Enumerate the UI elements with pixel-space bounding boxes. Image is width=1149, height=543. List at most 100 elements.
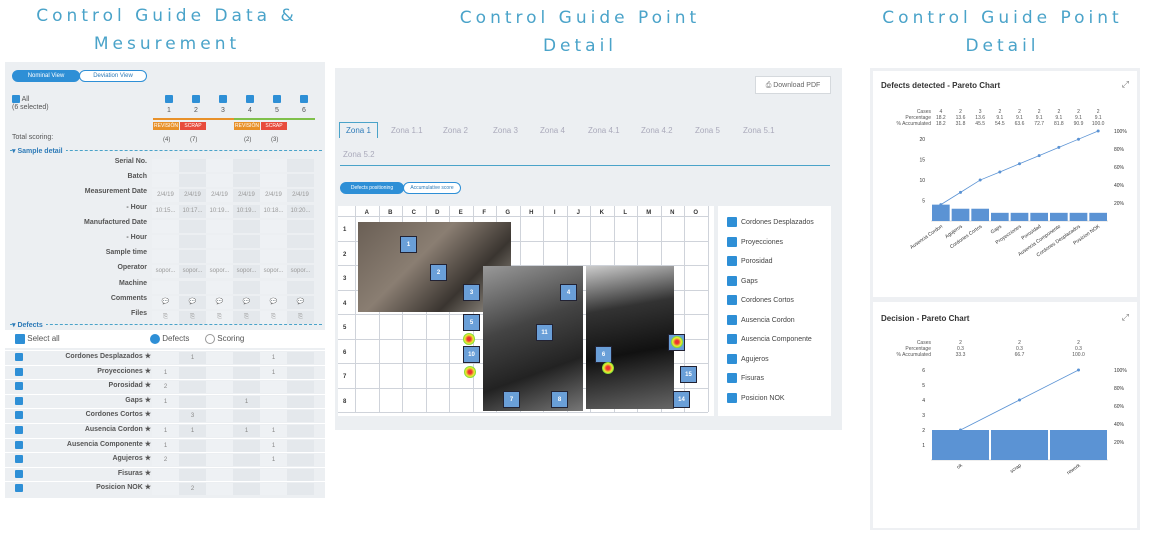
sample-field-value[interactable]: ⎘: [260, 311, 287, 324]
legend-checkbox[interactable]: [727, 314, 737, 325]
defect-marker[interactable]: 1: [400, 236, 417, 253]
legend-item[interactable]: Cordones Cortos: [727, 295, 794, 305]
defect-checkbox[interactable]: [15, 484, 23, 493]
defect-checkbox[interactable]: [15, 396, 23, 405]
zone-tab[interactable]: Zona 5.2: [343, 150, 375, 159]
zone-tab[interactable]: Zona 4.1: [588, 126, 620, 135]
pareto-bar[interactable]: [932, 204, 950, 221]
defect-marker[interactable]: 10: [463, 346, 480, 363]
nominal-view-tab[interactable]: Nominal View: [12, 70, 80, 82]
grid-row-label: 7: [343, 374, 347, 380]
legend-label: Agujeros: [741, 355, 769, 363]
column-checkbox[interactable]: [165, 95, 173, 103]
zone-tab[interactable]: Zona 2: [443, 126, 468, 135]
defect-checkbox[interactable]: [15, 469, 23, 478]
sample-field-value[interactable]: ⎘: [179, 311, 206, 324]
pareto-bar[interactable]: [1069, 212, 1088, 221]
defect-marker[interactable]: 11: [536, 324, 553, 341]
defect-marker[interactable]: 3: [463, 284, 480, 301]
sample-field-value[interactable]: 💬: [179, 295, 206, 309]
pareto-bar[interactable]: [932, 430, 989, 460]
defect-marker[interactable]: 15: [680, 366, 697, 383]
legend-checkbox[interactable]: [727, 256, 737, 266]
zone-tab[interactable]: Zona 3: [493, 126, 518, 135]
defects-header[interactable]: ▾ Defects: [12, 321, 46, 329]
defects-positioning-toggle[interactable]: Defects positioning: [340, 182, 404, 194]
sample-field-value: 10:20...: [287, 204, 314, 218]
column-checkbox[interactable]: [273, 95, 281, 103]
legend-checkbox[interactable]: [727, 217, 737, 227]
pareto-bar[interactable]: [951, 208, 970, 221]
zone-tab[interactable]: Zona 4: [540, 126, 565, 135]
sample-field-value[interactable]: ⎘: [152, 311, 179, 324]
sample-field-value[interactable]: 💬: [233, 295, 260, 309]
pareto-bar[interactable]: [971, 208, 989, 221]
column-checkbox[interactable]: [246, 95, 254, 103]
sample-field-value[interactable]: 💬: [152, 295, 179, 309]
pareto-bar[interactable]: [991, 430, 1048, 460]
legend-item[interactable]: Ausencia Componente: [727, 334, 812, 344]
legend-checkbox[interactable]: [727, 373, 737, 383]
pareto-bar[interactable]: [1050, 430, 1107, 460]
download-pdf-button[interactable]: ⎙ Download PDF: [755, 76, 831, 94]
legend-checkbox[interactable]: [727, 295, 737, 305]
zone-tab[interactable]: Zona 5.1: [743, 126, 775, 135]
defect-marker[interactable]: 6: [595, 346, 612, 363]
pareto-bar[interactable]: [991, 212, 1009, 221]
deviation-view-tab[interactable]: Deviation View: [79, 70, 147, 82]
pareto-bar[interactable]: [1030, 212, 1048, 221]
legend-checkbox[interactable]: [727, 392, 737, 403]
defects-radio[interactable]: [150, 334, 160, 344]
defect-checkbox[interactable]: [15, 367, 23, 376]
pareto-bar[interactable]: [1010, 212, 1029, 221]
defect-checkbox[interactable]: [15, 440, 23, 449]
defect-marker[interactable]: 8: [551, 391, 568, 408]
defect-checkbox[interactable]: [15, 411, 23, 420]
legend-item[interactable]: Agujeros: [727, 353, 769, 364]
column-checkbox[interactable]: [192, 95, 200, 103]
select-all-checkbox[interactable]: [15, 334, 25, 344]
column-checkbox[interactable]: [219, 95, 227, 103]
defect-checkbox[interactable]: [15, 455, 23, 464]
zone-tab[interactable]: Zona 4.2: [641, 126, 673, 135]
legend-checkbox[interactable]: [727, 353, 737, 364]
pareto-bar[interactable]: [1050, 212, 1068, 221]
pareto-bar[interactable]: [1089, 212, 1107, 221]
sample-field-value[interactable]: ⎘: [233, 311, 260, 324]
legend-item[interactable]: Proyecciones: [727, 236, 783, 247]
sample-field-value[interactable]: ⎘: [206, 311, 233, 324]
column-checkbox[interactable]: [300, 95, 308, 103]
defect-marker[interactable]: 2: [430, 264, 447, 281]
legend-item[interactable]: Ausencia Cordon: [727, 314, 795, 325]
legend-item[interactable]: Posicion NOK: [727, 392, 785, 403]
defect-checkbox[interactable]: [15, 353, 23, 361]
legend-checkbox[interactable]: [727, 334, 737, 344]
legend-item[interactable]: Porosidad: [727, 256, 773, 266]
legend-checkbox[interactable]: [727, 236, 737, 247]
zone-tab[interactable]: Zona 1.1: [391, 126, 423, 135]
legend-item[interactable]: Gaps: [727, 275, 758, 286]
sample-detail-header[interactable]: ▾ Sample detail: [12, 147, 66, 155]
sample-field-value[interactable]: 💬: [260, 295, 287, 309]
expand-icon[interactable]: ⤢: [1122, 312, 1129, 323]
legend-item[interactable]: Fisuras: [727, 373, 764, 383]
defect-marker[interactable]: 5: [463, 314, 480, 331]
accumulative-score-toggle[interactable]: Accumulative score: [403, 182, 461, 194]
sample-field-value[interactable]: 💬: [287, 295, 314, 309]
sample-field-value[interactable]: 💬: [206, 295, 233, 309]
sample-field-value[interactable]: ⎘: [287, 311, 314, 324]
defect-grid-map[interactable]: ABCDEFGHIJKLMNO12345678 1234510116789151…: [338, 206, 714, 416]
legend-label: Fisuras: [741, 374, 764, 382]
defect-checkbox[interactable]: [15, 426, 23, 434]
defect-marker[interactable]: 14: [673, 391, 690, 408]
zone-tab[interactable]: Zona 1: [339, 122, 378, 138]
defect-checkbox[interactable]: [15, 382, 23, 391]
expand-icon[interactable]: ⤢: [1122, 79, 1129, 90]
legend-item[interactable]: Cordones Desplazados: [727, 217, 814, 227]
all-checkbox[interactable]: [12, 95, 20, 103]
scoring-radio[interactable]: [205, 334, 215, 344]
defect-marker[interactable]: 4: [560, 284, 577, 301]
legend-checkbox[interactable]: [727, 275, 737, 286]
defect-marker[interactable]: 7: [503, 391, 520, 408]
zone-tab[interactable]: Zona 5: [695, 126, 720, 135]
